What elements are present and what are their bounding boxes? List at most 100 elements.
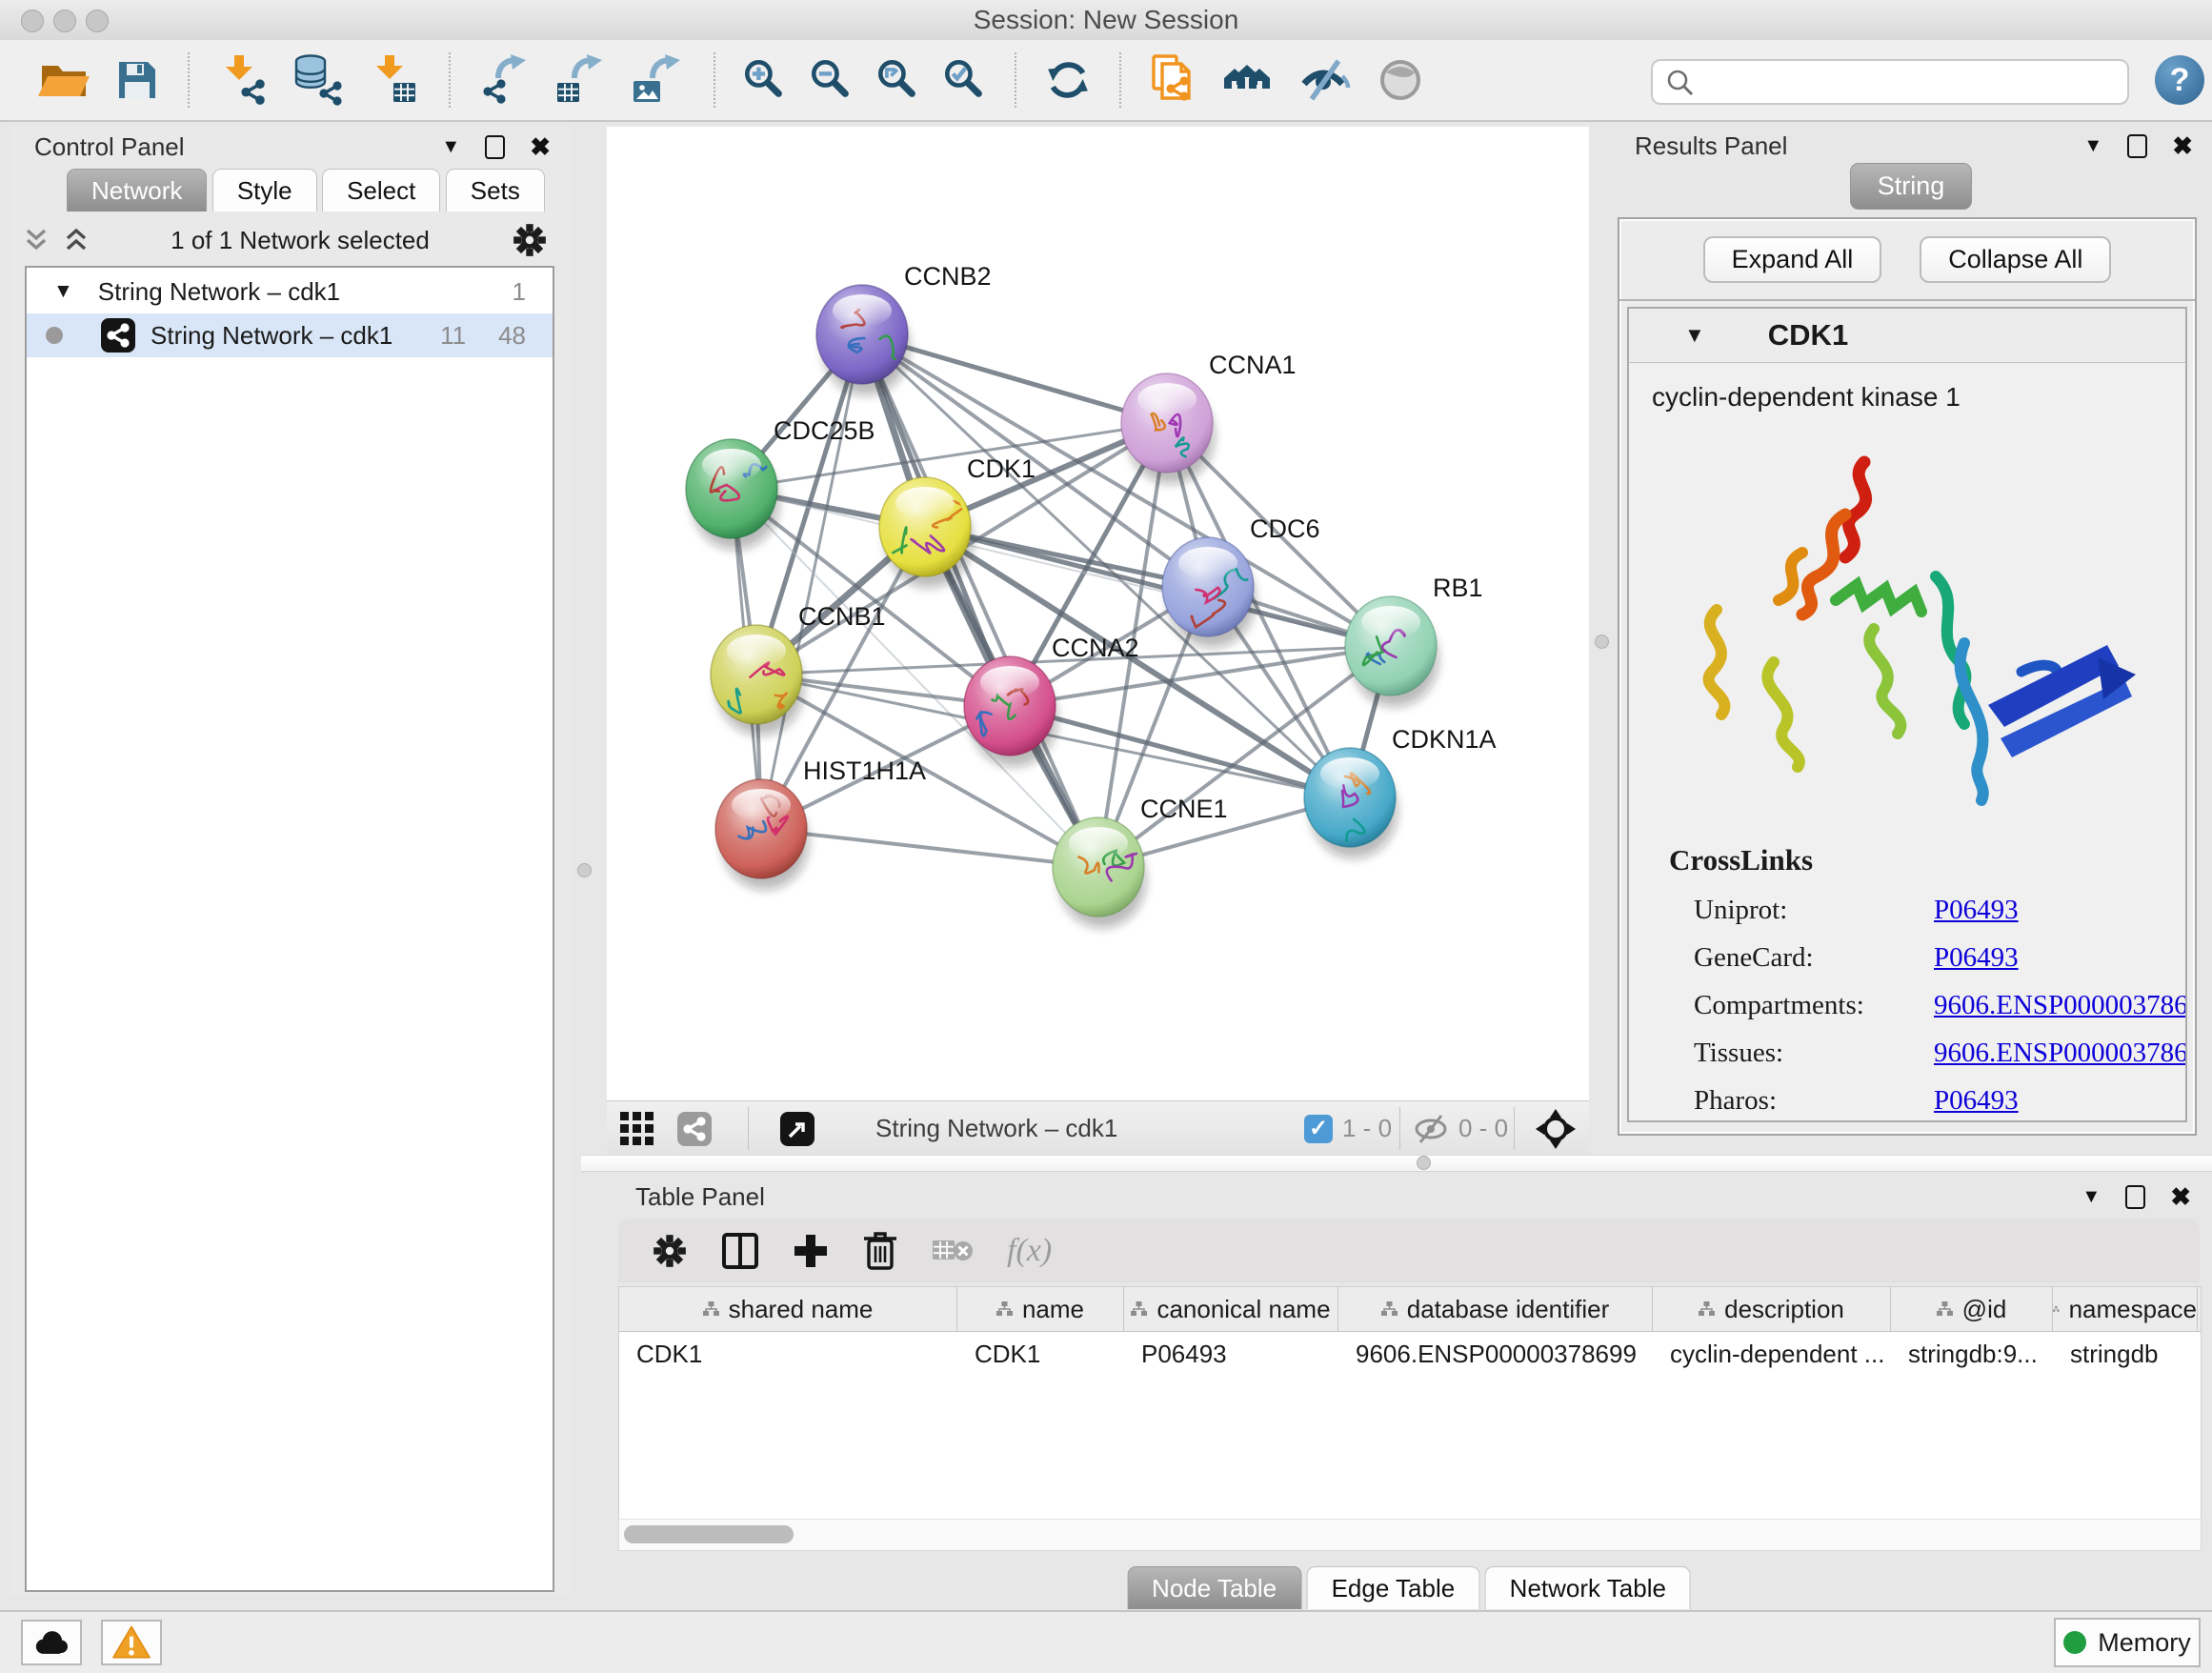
export-table-button[interactable]: [555, 54, 607, 106]
network-node-RB1[interactable]: [1345, 596, 1437, 695]
gear-icon[interactable]: [511, 221, 549, 259]
network-view-share-button[interactable]: [677, 1101, 712, 1156]
memory-button[interactable]: Memory: [2054, 1618, 2201, 1667]
export-image-button[interactable]: [632, 54, 685, 106]
network-row[interactable]: String Network – cdk1 11 48: [27, 313, 553, 357]
results-panel-float-button[interactable]: [2127, 134, 2147, 158]
select-columns-button[interactable]: [721, 1231, 759, 1271]
crosslink-label: GeneCard:: [1694, 942, 1934, 974]
open-view-button[interactable]: [780, 1101, 814, 1156]
delete-column-button[interactable]: [862, 1230, 898, 1272]
zoom-fit-button[interactable]: [877, 59, 919, 101]
import-network-from-database-button[interactable]: [292, 54, 346, 106]
tab-sets[interactable]: Sets: [446, 169, 545, 212]
column-header-database-identifier[interactable]: database identifier: [1338, 1287, 1653, 1331]
collapse-triangle-icon[interactable]: ▼: [53, 280, 73, 303]
table-cell[interactable]: cyclin-dependent ...: [1653, 1332, 1891, 1376]
table-panel-float-button[interactable]: [2125, 1185, 2145, 1209]
tab-network[interactable]: Network: [67, 169, 207, 212]
table-cell[interactable]: stringdb: [2053, 1332, 2198, 1376]
tab-node-table[interactable]: Node Table: [1127, 1566, 1301, 1609]
table-cell[interactable]: P06493: [1124, 1332, 1338, 1376]
results-panel-close-button[interactable]: ✖: [2172, 131, 2193, 161]
network-node-CCNB1[interactable]: [711, 625, 802, 724]
zoom-in-button[interactable]: [744, 59, 786, 101]
network-collection-row[interactable]: ▼ String Network – cdk1 1: [27, 270, 553, 313]
column-header-namespace[interactable]: namespace: [2053, 1287, 2198, 1331]
selected-checkbox-icon[interactable]: ✓: [1304, 1115, 1333, 1143]
tab-style[interactable]: Style: [212, 169, 317, 212]
create-column-button[interactable]: [792, 1232, 830, 1270]
tab-network-table[interactable]: Network Table: [1485, 1566, 1691, 1609]
network-node-CCNE1[interactable]: [1053, 817, 1144, 917]
column-header--id[interactable]: @id: [1891, 1287, 2053, 1331]
vertical-splitter-handle[interactable]: [1595, 635, 1609, 649]
column-header-description[interactable]: description: [1653, 1287, 1891, 1331]
export-network-button[interactable]: [479, 54, 531, 106]
expand-all-icon[interactable]: [63, 228, 90, 252]
control-panel-close-button[interactable]: ✖: [530, 132, 551, 162]
string-import-button[interactable]: [1150, 53, 1197, 107]
network-node-CCNA1[interactable]: [1121, 373, 1213, 473]
results-panel-menu-button[interactable]: ▼: [2083, 135, 2102, 157]
tab-select[interactable]: Select: [322, 169, 440, 212]
table-cell[interactable]: 9606.ENSP00000378699: [1338, 1332, 1653, 1376]
node-details-header[interactable]: ▼ CDK1: [1629, 309, 2185, 363]
hide-graphics-details-button[interactable]: [1300, 57, 1352, 103]
crosslink-link[interactable]: 9606.ENSP00000378699: [1934, 990, 2185, 1020]
network-node-CDC25B[interactable]: [686, 439, 777, 538]
grid-view-button[interactable]: [620, 1101, 654, 1156]
collapse-all-button[interactable]: Collapse All: [1920, 236, 2111, 283]
control-panel-float-button[interactable]: [485, 135, 505, 159]
hierarchy-icon: [703, 1301, 719, 1317]
crosslink-link[interactable]: P06493: [1934, 942, 2019, 973]
table-panel-menu-button[interactable]: ▼: [2081, 1186, 2101, 1208]
tab-string[interactable]: String: [1850, 163, 1973, 210]
table-horizontal-scrollbar[interactable]: [618, 1519, 2202, 1551]
tab-edge-table[interactable]: Edge Table: [1307, 1566, 1480, 1609]
network-node-CCNA2[interactable]: [964, 656, 1056, 756]
network-node-HIST1H1A[interactable]: [715, 779, 807, 878]
expand-all-button[interactable]: Expand All: [1703, 236, 1882, 283]
network-node-CDK1[interactable]: [879, 477, 971, 576]
table-settings-button[interactable]: [651, 1232, 689, 1270]
vertical-splitter-handle[interactable]: [577, 863, 592, 877]
crosslink-link[interactable]: P06493: [1934, 895, 2019, 925]
horizontal-splitter-handle[interactable]: [1417, 1156, 1431, 1170]
crosslink-link[interactable]: 9606.ENSP00000378699: [1934, 1038, 2185, 1068]
control-panel-menu-button[interactable]: ▼: [441, 136, 460, 158]
save-session-button[interactable]: [115, 58, 159, 102]
zoom-selected-icon: [944, 59, 986, 101]
help-button[interactable]: ?: [2155, 55, 2204, 105]
warnings-button[interactable]: [101, 1620, 162, 1665]
open-session-button[interactable]: [37, 58, 90, 102]
crosslink-link[interactable]: P06493: [1934, 1085, 2019, 1116]
function-builder-button[interactable]: f(x): [1007, 1233, 1052, 1269]
search-input[interactable]: [1704, 63, 2118, 99]
zoom-out-button[interactable]: [811, 59, 853, 101]
collapse-triangle-icon[interactable]: ▼: [1684, 323, 1705, 348]
column-header-shared-name[interactable]: shared name: [619, 1287, 957, 1331]
refresh-icon: [1045, 57, 1091, 103]
table-cell[interactable]: CDK1: [957, 1332, 1124, 1376]
delete-table-button[interactable]: [931, 1235, 975, 1267]
bird-eye-view-button[interactable]: [1377, 57, 1424, 103]
collapse-all-icon[interactable]: [23, 228, 50, 252]
table-cell[interactable]: stringdb:9...: [1891, 1332, 2053, 1376]
table-row[interactable]: CDK1CDK1P064939606.ENSP00000378699cyclin…: [619, 1332, 2201, 1376]
network-node-CCNB2[interactable]: [816, 285, 908, 384]
table-cell[interactable]: CDK1: [619, 1332, 957, 1376]
home-button[interactable]: [1222, 58, 1276, 102]
import-network-from-file-button[interactable]: [218, 54, 268, 106]
zoom-selected-button[interactable]: [944, 59, 986, 101]
fit-selected-button[interactable]: [1536, 1101, 1576, 1156]
network-node-CDC6[interactable]: [1162, 537, 1254, 636]
column-header-canonical-name[interactable]: canonical name: [1124, 1287, 1338, 1331]
table-panel-close-button[interactable]: ✖: [2170, 1182, 2191, 1212]
import-table-from-file-button[interactable]: [371, 54, 420, 106]
cloud-status-button[interactable]: [21, 1620, 82, 1665]
refresh-view-button[interactable]: [1045, 57, 1091, 103]
network-canvas[interactable]: CCNB2CCNA1CDC25BCDK1CDC6RB1CCNB1CCNA2CDK…: [607, 127, 1589, 1100]
column-header-name[interactable]: name: [957, 1287, 1124, 1331]
scrollbar-thumb[interactable]: [624, 1525, 794, 1543]
